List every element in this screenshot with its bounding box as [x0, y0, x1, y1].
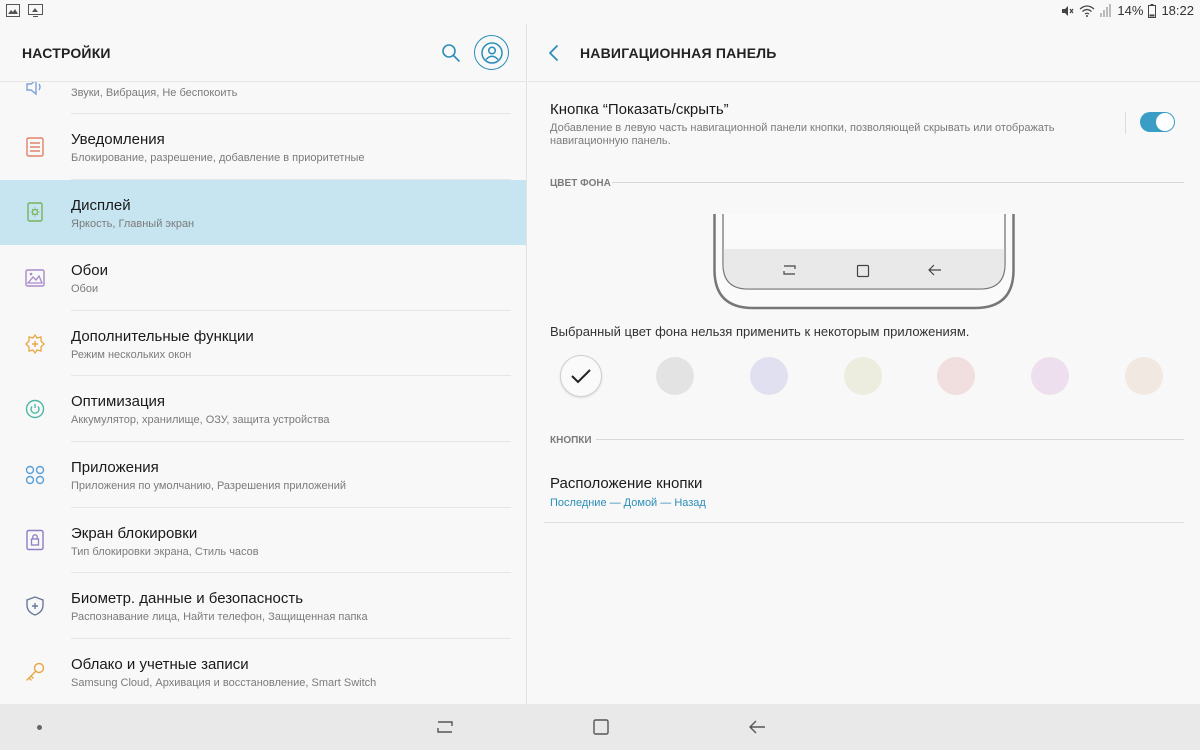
- setting-description: Добавление в левую часть навигационной п…: [550, 122, 1055, 147]
- notifications-icon: [24, 136, 46, 158]
- menu-item-title: Уведомления: [71, 131, 165, 148]
- show-hide-dot-button[interactable]: [37, 725, 42, 730]
- detail-title: НАВИГАЦИОННАЯ ПАНЕЛЬ: [580, 45, 777, 61]
- settings-list-pane: НАСТРОЙКИ Звуки, Вибрация, Не беспокоить…: [0, 24, 527, 704]
- divider: [1125, 112, 1126, 134]
- menu-item-subtitle: Обои: [71, 283, 99, 296]
- color-swatch[interactable]: [656, 357, 694, 395]
- menu-item-title: Дисплей: [71, 196, 131, 214]
- navigation-bar: [0, 704, 1200, 750]
- optimization-icon: [24, 398, 46, 420]
- cast-icon: [28, 4, 43, 22]
- home-icon: [593, 719, 609, 735]
- menu-item-subtitle: Яркость, Главный экран: [71, 217, 195, 230]
- color-swatch[interactable]: [937, 357, 975, 395]
- search-button[interactable]: [440, 42, 462, 64]
- signal-icon: [1100, 4, 1112, 17]
- wifi-icon: [1079, 4, 1095, 18]
- menu-item-subtitle: Приложения по умолчанию, Разрешения прил…: [71, 479, 346, 492]
- battery-icon: [1148, 3, 1157, 18]
- settings-header: НАСТРОЙКИ: [0, 24, 526, 82]
- menu-item-title: Биометр. данные и безопасность: [71, 590, 304, 608]
- menu-item-lock-screen[interactable]: Экран блокировки Тип блокировки экрана, …: [0, 508, 526, 574]
- apps-icon: [24, 464, 46, 486]
- menu-item-title: Дополнительные функции: [71, 327, 254, 345]
- status-bar: 14% 18:22: [0, 0, 1200, 24]
- section-header-bg-color: ЦВЕТ ФОНА: [550, 178, 611, 189]
- wallpaper-icon: [24, 267, 46, 289]
- clock: 18:22: [1161, 3, 1194, 18]
- menu-item-cloud-accounts[interactable]: Облако и учетные записи Samsung Cloud, А…: [0, 639, 526, 704]
- search-icon: [442, 44, 460, 62]
- shield-icon: [24, 595, 46, 617]
- menu-item-notifications[interactable]: Уведомления Блокирование, разрешение, до…: [0, 114, 526, 180]
- display-icon: [24, 201, 46, 223]
- section-header-buttons: КНОПКИ: [550, 435, 592, 446]
- menu-item-subtitle: Блокирование, разрешение, добавление в п…: [71, 152, 365, 164]
- menu-item-title: Приложения: [71, 458, 159, 476]
- setting-value: Последние — Домой — Назад: [550, 497, 706, 509]
- menu-item-subtitle: Samsung Cloud, Архивация и восстановлени…: [71, 676, 377, 689]
- check-icon: [571, 369, 591, 384]
- account-button[interactable]: [474, 35, 509, 70]
- menu-item-display[interactable]: Дисплей Яркость, Главный экран: [0, 179, 526, 246]
- button-layout-setting[interactable]: Расположение кнопки Последние — Домой — …: [550, 475, 706, 509]
- page-title: НАСТРОЙКИ: [22, 45, 111, 61]
- recent-apps-icon: [437, 721, 453, 733]
- chevron-left-icon: [549, 45, 558, 61]
- menu-item-title: Облако и учетные записи: [71, 655, 249, 673]
- menu-item-apps[interactable]: Приложения Приложения по умолчанию, Разр…: [0, 442, 526, 508]
- back-arrow-icon: [749, 720, 765, 734]
- color-swatch[interactable]: [1125, 357, 1163, 395]
- color-note: Выбранный цвет фона нельзя применить к н…: [550, 324, 970, 339]
- lock-screen-icon: [24, 529, 46, 551]
- mute-icon: [1060, 4, 1074, 18]
- menu-item-subtitle: Звуки, Вибрация, Не беспокоить: [71, 87, 238, 99]
- back-button[interactable]: [544, 42, 564, 64]
- color-swatch[interactable]: [750, 357, 788, 395]
- section-divider: [596, 439, 1184, 440]
- detail-header: НАВИГАЦИОННАЯ ПАНЕЛЬ: [528, 24, 1200, 82]
- menu-item-title: Экран блокировки: [71, 524, 198, 542]
- menu-item-advanced-features[interactable]: Дополнительные функции Режим нескольких …: [0, 311, 526, 377]
- color-swatch[interactable]: [1031, 357, 1069, 395]
- menu-item-optimization[interactable]: Оптимизация Аккумулятор, хранилище, ОЗУ,…: [0, 376, 526, 442]
- setting-title: Кнопка “Показать/скрыть”: [550, 101, 729, 118]
- menu-item-subtitle: Режим нескольких окон: [71, 348, 192, 361]
- advanced-features-icon: [24, 333, 46, 355]
- menu-item-title: Оптимизация: [71, 393, 166, 411]
- color-swatch[interactable]: [844, 357, 882, 395]
- setting-title: Расположение кнопки: [550, 475, 703, 492]
- show-hide-toggle[interactable]: [1140, 112, 1175, 132]
- menu-item-title: Обои: [71, 262, 108, 280]
- menu-item-sounds[interactable]: Звуки, Вибрация, Не беспокоить: [0, 78, 526, 114]
- menu-item-wallpaper[interactable]: Обои Обои: [0, 245, 526, 311]
- settings-menu: Звуки, Вибрация, Не беспокоить Уведомлен…: [0, 78, 526, 704]
- image-icon: [6, 4, 20, 22]
- account-icon: [480, 41, 503, 64]
- navbar-preview: [713, 214, 1015, 310]
- menu-item-subtitle: Распознавание лица, Найти телефон, Защищ…: [71, 611, 368, 624]
- key-icon: [24, 661, 46, 683]
- detail-pane: НАВИГАЦИОННАЯ ПАНЕЛЬ Кнопка “Показать/ск…: [528, 24, 1200, 704]
- section-divider: [612, 182, 1184, 183]
- recent-apps-button[interactable]: [434, 716, 456, 738]
- back-nav-button[interactable]: [746, 716, 768, 738]
- divider: [544, 522, 1184, 523]
- menu-item-biometrics-security[interactable]: Биометр. данные и безопасность Распознав…: [0, 573, 526, 639]
- battery-percent: 14%: [1117, 3, 1144, 18]
- toggle-knob: [1156, 113, 1174, 131]
- menu-item-subtitle: Аккумулятор, хранилище, ОЗУ, защита устр…: [71, 414, 330, 427]
- home-button[interactable]: [590, 716, 612, 738]
- show-hide-button-setting[interactable]: Кнопка “Показать/скрыть” Добавление в ле…: [550, 101, 1190, 148]
- color-swatch-selected[interactable]: [560, 355, 602, 397]
- menu-item-subtitle: Тип блокировки экрана, Стиль часов: [71, 545, 259, 558]
